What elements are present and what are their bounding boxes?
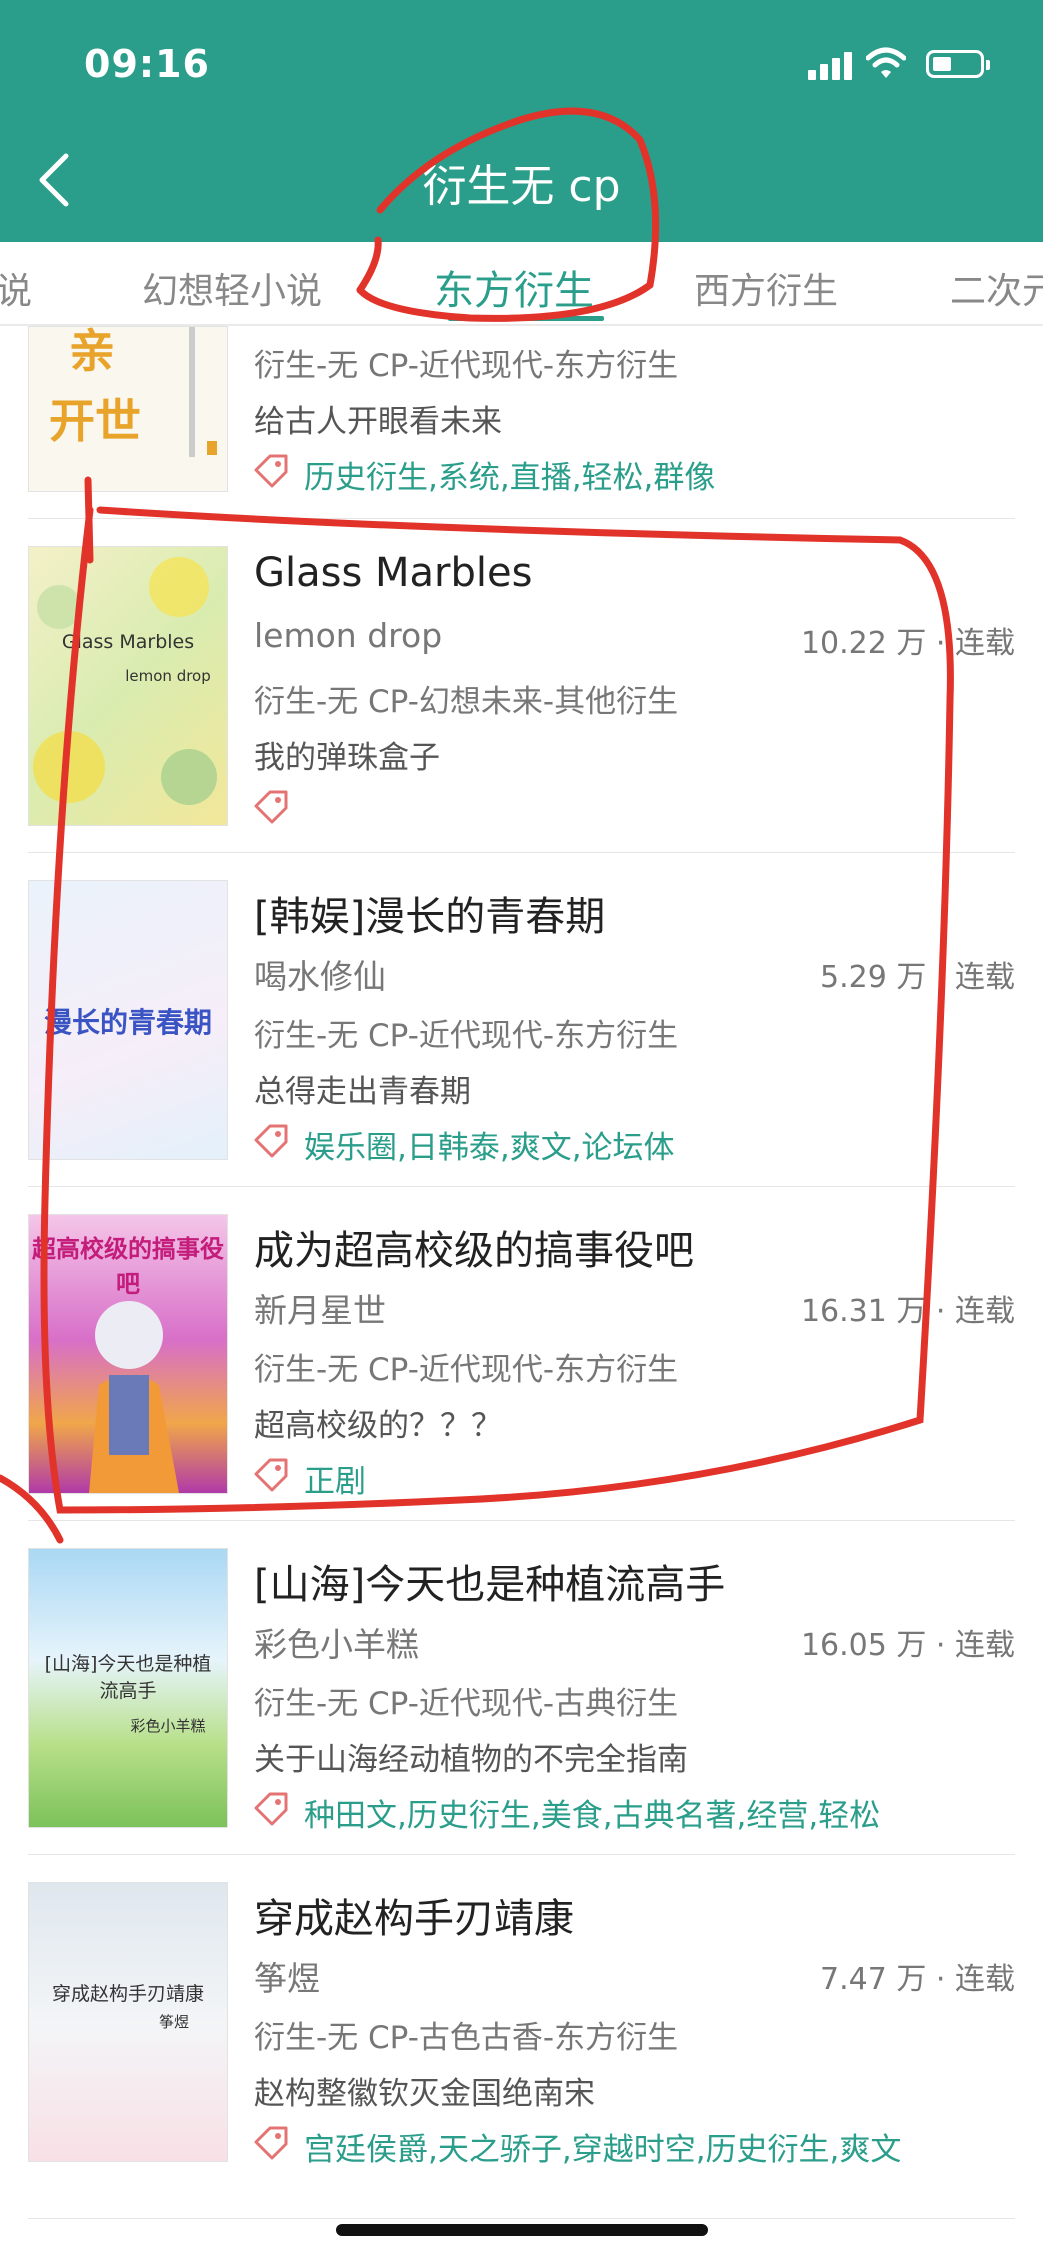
- book-cover[interactable]: 超高校级的搞事役吧: [28, 1214, 228, 1494]
- book-author[interactable]: 筝煜: [254, 1952, 320, 2000]
- divider: [28, 852, 1015, 853]
- divider: [28, 1186, 1015, 1187]
- book-summary: 我的弹珠盒子: [254, 740, 440, 776]
- book-cover[interactable]: 亲 开世: [28, 326, 228, 492]
- book-summary: 给古人开眼看未来: [254, 404, 502, 440]
- divider: [28, 1520, 1015, 1521]
- cover-title: 超高校级的搞事役吧: [32, 1235, 224, 1298]
- book-category: 衍生-无 CP-近代现代-古典衍生: [254, 1686, 679, 1722]
- page-title: 衍生无 cp: [422, 161, 621, 212]
- book-tags: 正剧: [304, 1464, 366, 1500]
- book-wordcount-status: 16.05 万 · 连载: [800, 1628, 1015, 1663]
- book-tags: 历史衍生,系统,直播,轻松,群像: [304, 460, 716, 496]
- svg-text:亲: 亲: [69, 327, 115, 378]
- book-wordcount-status: 5.29 万 · 连载: [820, 960, 1015, 995]
- cover-title: 穿成赵构手刃靖康: [51, 1983, 204, 2005]
- divider: [28, 2218, 1015, 2219]
- book-title[interactable]: Glass Marbles: [254, 550, 532, 596]
- svg-text:开世: 开世: [49, 394, 141, 448]
- book-author[interactable]: 新月星世: [254, 1284, 386, 1332]
- tab-western-derivative[interactable]: 西方衍生: [694, 262, 838, 314]
- home-indicator: [336, 2224, 708, 2236]
- tab-anime[interactable]: 二次元: [950, 262, 1043, 314]
- signal-icon: [808, 50, 852, 80]
- book-tags: 娱乐圈,日韩泰,爽文,论坛体: [304, 1130, 675, 1166]
- book-cover[interactable]: [山海]今天也是种植流高手 彩色小羊糕: [28, 1548, 228, 1828]
- divider: [28, 1854, 1015, 1855]
- cover-title: [山海]今天也是种植流高手: [44, 1653, 212, 1702]
- battery-icon: [926, 50, 990, 78]
- cover-title: 漫长的青春期: [43, 1006, 212, 1039]
- book-cover[interactable]: Glass Marbles lemon drop: [28, 546, 228, 826]
- book-author[interactable]: 彩色小羊糕: [254, 1618, 419, 1666]
- cover-author: 彩色小羊糕: [130, 1717, 206, 1735]
- book-category: 衍生-无 CP-幻想未来-其他衍生: [254, 684, 679, 720]
- book-wordcount-status: 10.22 万 · 连载: [800, 626, 1015, 661]
- book-summary: 超高校级的？？？: [254, 1408, 502, 1444]
- book-wordcount-status: 7.47 万 · 连载: [820, 1962, 1015, 1997]
- book-category: 衍生-无 CP-古色古香-东方衍生: [254, 2020, 679, 2056]
- book-summary: 总得走出青春期: [254, 1074, 471, 1110]
- book-summary: 关于山海经动植物的不完全指南: [254, 1742, 688, 1778]
- book-category: 衍生-无 CP-近代现代-东方衍生: [254, 1018, 679, 1054]
- tab-fantasy-light-novel[interactable]: 幻想轻小说: [142, 262, 322, 314]
- book-tags: 种田文,历史衍生,美食,古典名著,经营,轻松: [304, 1798, 881, 1834]
- divider: [28, 518, 1015, 519]
- book-tags: 宫廷侯爵,天之骄子,穿越时空,历史衍生,爽文: [304, 2132, 902, 2168]
- status-time: 09:16: [84, 42, 210, 86]
- tag-icon: [254, 790, 288, 824]
- category-tabs: 小说 幻想轻小说 东方衍生 西方衍生 二次元: [0, 242, 1043, 326]
- app-header: 09:16 衍生无 cp: [0, 0, 1043, 242]
- book-author[interactable]: lemon drop: [254, 616, 442, 655]
- book-title[interactable]: 成为超高校级的搞事役吧: [254, 1218, 694, 1276]
- cover-title: Glass Marbles: [61, 631, 195, 653]
- cover-author: 筝煜: [158, 2013, 189, 2031]
- book-category: 衍生-无 CP-近代现代-东方衍生: [254, 1352, 679, 1388]
- wifi-icon: [866, 47, 906, 78]
- tab-novel[interactable]: 小说: [0, 262, 32, 314]
- book-cover[interactable]: 漫长的青春期: [28, 880, 228, 1160]
- book-title[interactable]: [韩娱]漫长的青春期: [254, 884, 605, 942]
- book-category: 衍生-无 CP-近代现代-东方衍生: [254, 348, 679, 384]
- book-wordcount-status: 16.31 万 · 连载: [800, 1294, 1015, 1329]
- book-cover[interactable]: 穿成赵构手刃靖康 筝煜: [28, 1882, 228, 2162]
- active-tab-indicator: [448, 316, 604, 321]
- tab-eastern-derivative[interactable]: 东方衍生: [434, 258, 594, 316]
- book-summary: 赵构整徽钦灭金国绝南宋: [254, 2076, 595, 2112]
- book-author[interactable]: 喝水修仙: [254, 950, 386, 998]
- book-title[interactable]: [山海]今天也是种植流高手: [254, 1552, 725, 1610]
- book-title[interactable]: 穿成赵构手刃靖康: [254, 1886, 574, 1944]
- cover-author: lemon drop: [125, 667, 211, 685]
